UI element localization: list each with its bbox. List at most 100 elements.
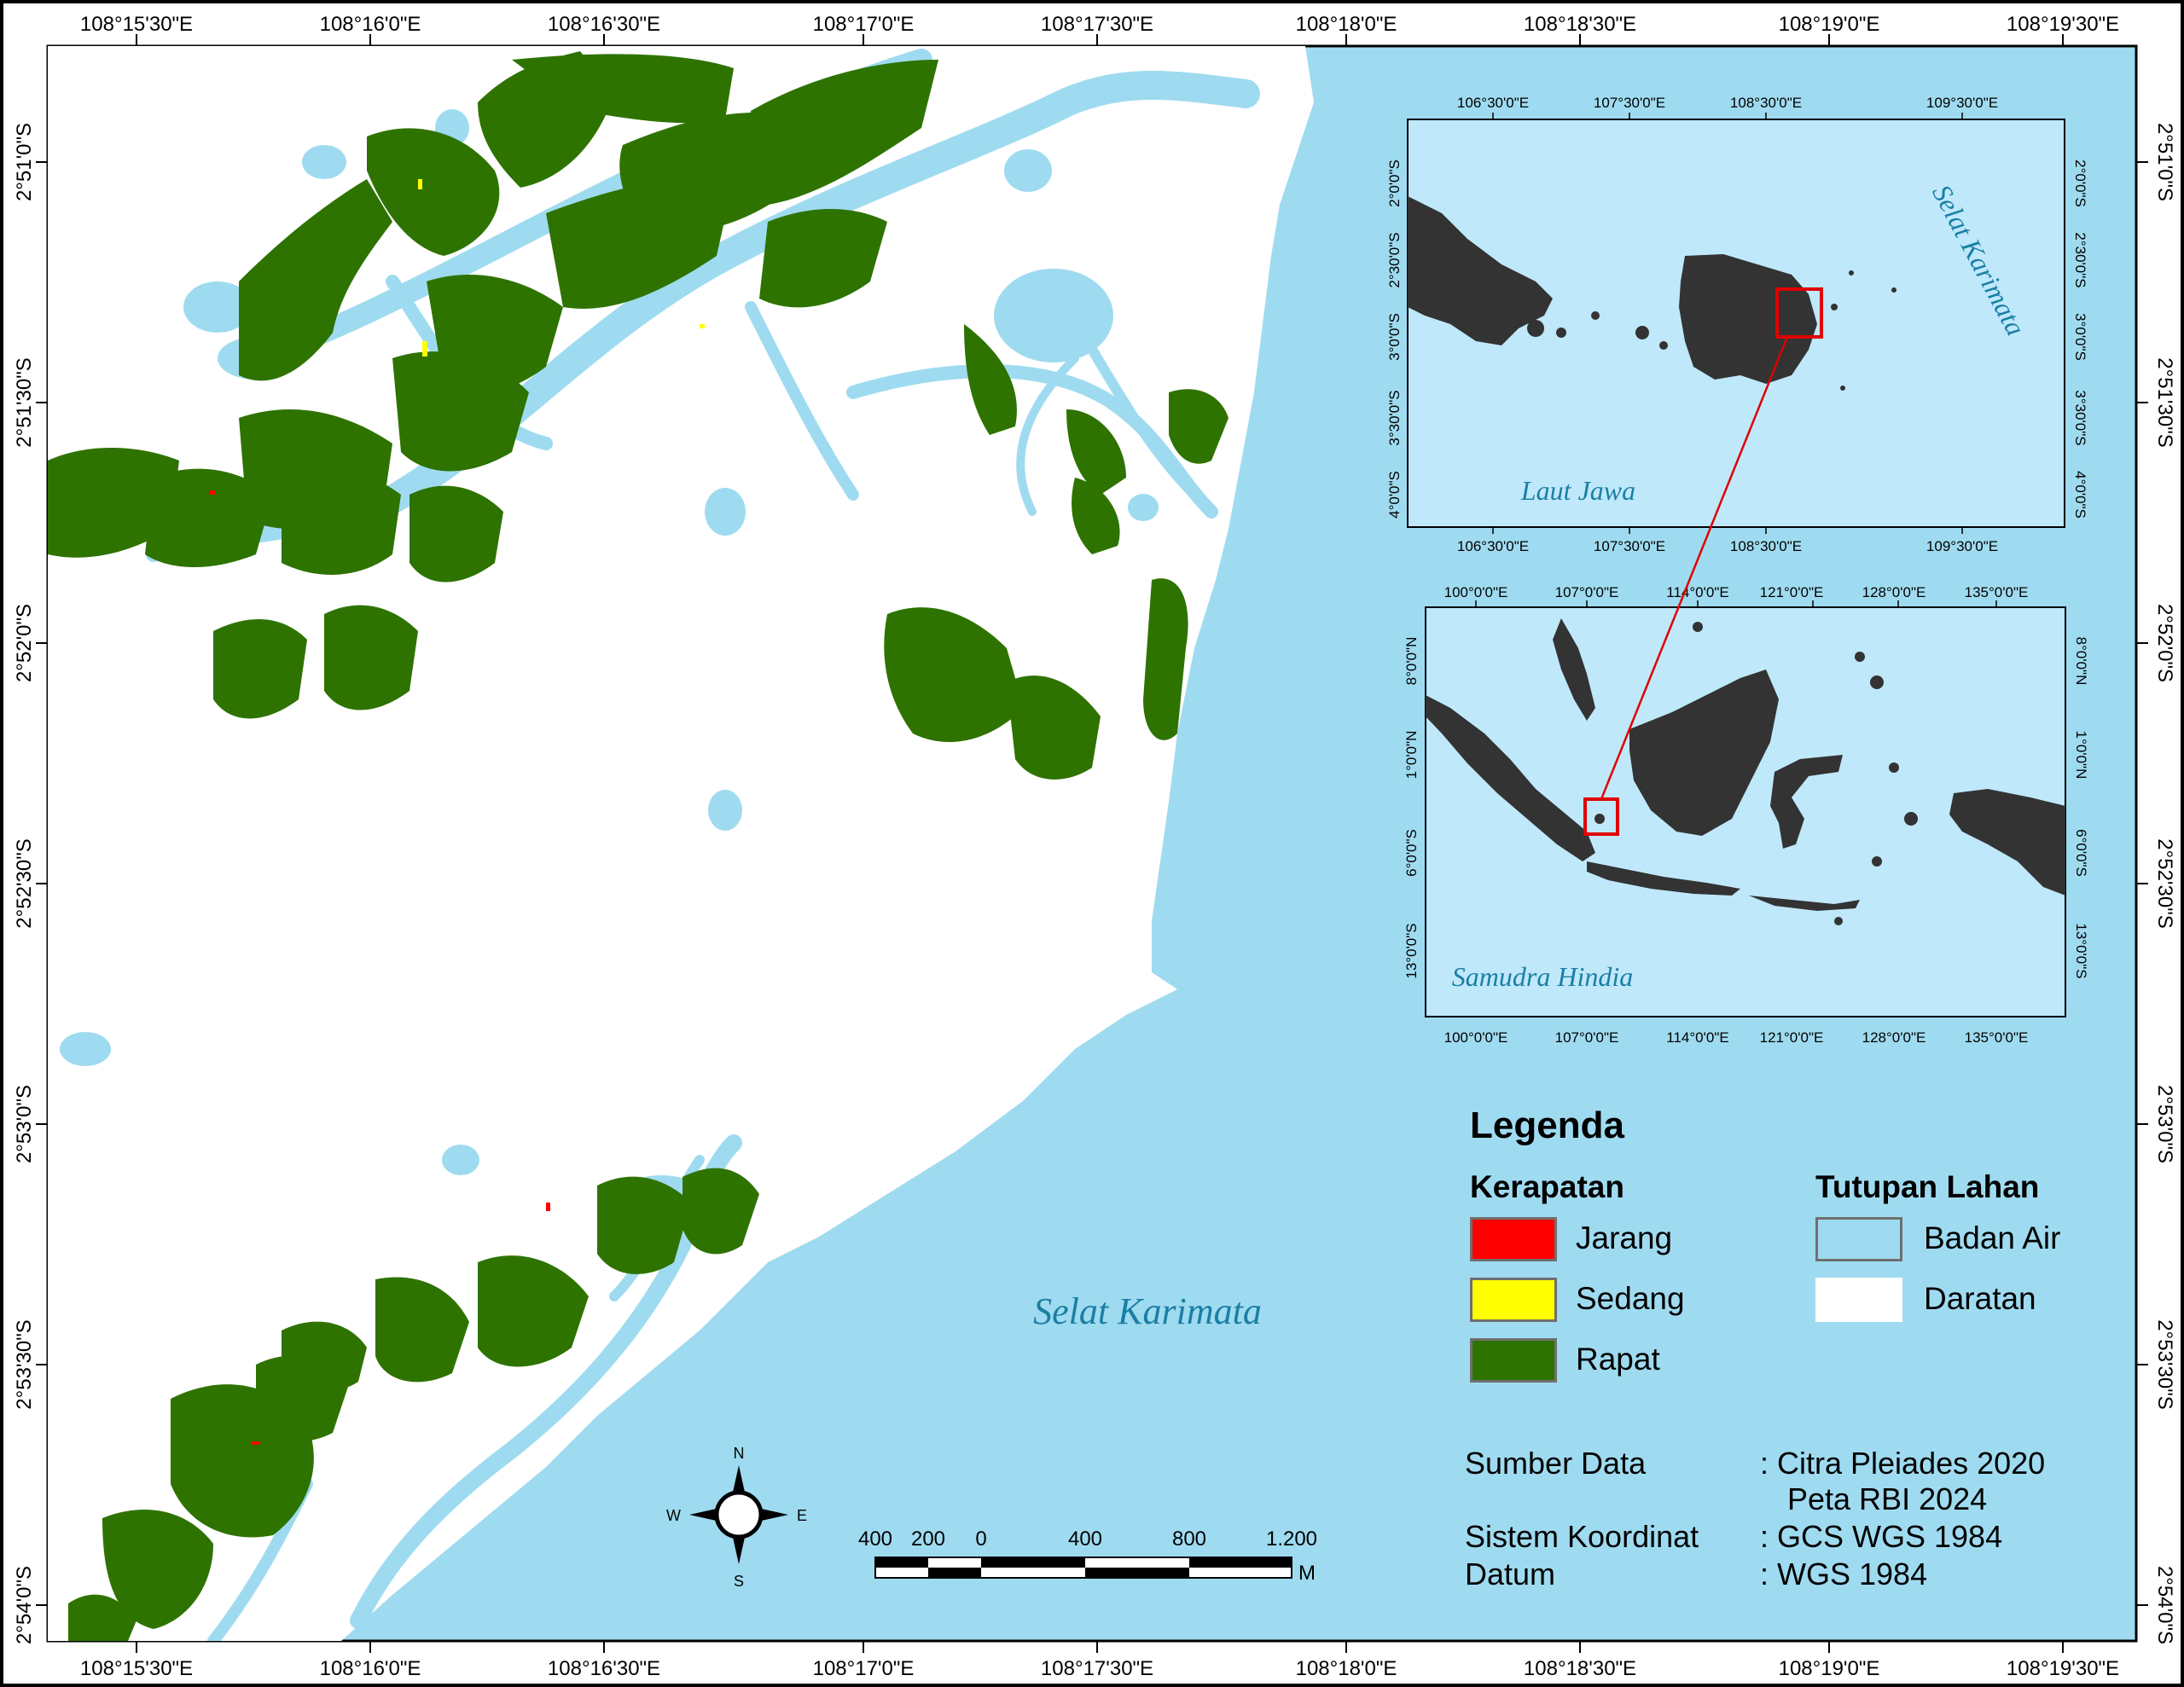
bottom-lon-label: 108°18'30"E [1524,1657,1636,1680]
right-lat-label: 2°52'0"S [2153,604,2176,682]
scale-bar-label: 200 [911,1528,945,1551]
inset-regional-left-label: 2°0'0"S [1386,159,1403,207]
scale-bar-segment [928,1568,981,1578]
north-arrow-w-label: W [666,1507,681,1524]
inset-national-bottom-label: 100°0'0"E [1444,1029,1508,1046]
scale-bar-label: 400 [858,1528,892,1551]
right-lat-label: 2°52'30"S [2153,838,2176,928]
inset-regional-bottom-label: 108°30'0"E [1730,538,1802,554]
bottom-lon-label: 108°19'30"E [2007,1657,2119,1680]
inset-national-bottom-label: 121°0'0"E [1760,1029,1824,1046]
north-arrow-s-label: S [734,1573,744,1590]
inset-national-left-label: 1°0'0"N [1403,731,1420,780]
inset-regional-left-label: 2°30'0"S [1386,232,1403,287]
legend-swatch-medium [1470,1278,1557,1322]
inset-national-bottom-label: 135°0'0"E [1965,1029,2029,1046]
inset-regional-bottom-label: 109°30'0"E [1926,538,1998,554]
right-lat-label: 2°51'0"S [2153,123,2176,201]
meta-datum-value: : WGS 1984 [1760,1557,1928,1591]
inset-regional-right-label: 3°30'0"S [2072,390,2088,445]
right-lat-label: 2°53'30"S [2153,1319,2176,1409]
sea-label-main: Selat Karimata [1033,1290,1262,1332]
left-lat-label: 2°52'0"S [13,604,36,682]
legend-label-medium: Sedang [1576,1281,1685,1316]
inset-regional-top-label: 106°30'0"E [1457,95,1529,111]
left-lat-label: 2°51'30"S [13,357,36,447]
inset-national-right-label: 1°0'0"N [2073,731,2089,780]
inset-regional-sea-label-java: Laut Jawa [1520,475,1635,506]
scale-bar-label: 800 [1172,1528,1206,1551]
inset-national-left-label: 13°0'0"S [1403,923,1420,978]
legend-label-dense: Rapat [1576,1342,1660,1377]
legend-title: Legenda [1470,1104,1624,1146]
inset-national-left-label: 6°0'0"S [1403,829,1420,877]
top-lon-label: 108°18'0"E [1296,13,1397,36]
left-lat-label: 2°54'0"S [13,1566,36,1644]
right-lat-label: 2°51'30"S [2153,357,2176,447]
inset-national-top-label: 121°0'0"E [1760,584,1824,600]
top-lon-label: 108°15'30"E [80,13,193,36]
inset-regional-right-label: 4°0'0"S [2072,471,2088,519]
scale-bar-segment [1189,1557,1292,1568]
inset-national-top-label: 100°0'0"E [1444,584,1508,600]
bottom-lon-label: 108°18'0"E [1296,1657,1397,1680]
right-lat-label: 2°53'0"S [2153,1085,2176,1163]
inset-national-top-label: 114°0'0"E [1666,584,1728,600]
inset-regional-right-label: 2°30'0"S [2072,232,2088,287]
scale-bar-label: 1.200 [1266,1528,1317,1551]
inset-national-top-label: 135°0'0"E [1965,584,2029,600]
inset-regional-left-label: 3°30'0"S [1386,390,1403,445]
meta-source-key: Sumber Data [1465,1446,1647,1481]
inset-regional-bottom-label: 107°30'0"E [1594,538,1665,554]
top-lon-label: 108°16'30"E [548,13,660,36]
legend-label-water: Badan Air [1924,1220,2061,1255]
map-layout: Selat Karimata 108°15'30"E 108°16'0"E 10… [0,0,2184,1687]
legend: Legenda Kerapatan Jarang Sedang Rapat Tu… [1455,1104,2103,1616]
bottom-lon-label: 108°19'0"E [1779,1657,1880,1680]
scale-bar-segment [981,1557,1085,1568]
legend-swatch-water [1815,1217,1902,1261]
scale-bar-unit: M [1298,1562,1316,1585]
top-lon-labels: 108°15'30"E 108°16'0"E 108°16'30"E 108°1… [80,13,2119,36]
inset-national-right-label: 6°0'0"S [2073,829,2089,877]
inset-national-left-label: 8°0'0"N [1403,637,1420,686]
inset-national-bottom-label: 114°0'0"E [1666,1029,1728,1046]
inset-regional-right-label: 3°0'0"S [2072,313,2088,361]
top-lon-label: 108°17'0"E [813,13,915,36]
legend-swatch-dense [1470,1338,1557,1383]
north-arrow-e-label: E [797,1507,807,1524]
legend-label-sparse: Jarang [1576,1220,1673,1255]
inset-national-bottom-label: 128°0'0"E [1862,1029,1926,1046]
inset-regional-top-label: 108°30'0"E [1730,95,1802,111]
top-lon-label: 108°19'30"E [2007,13,2119,36]
scale-bar-label: 0 [975,1528,986,1551]
left-lat-label: 2°53'0"S [13,1085,36,1163]
inset-regional-bottom-label: 106°30'0"E [1457,538,1529,554]
meta-crs-key: Sistem Koordinat [1465,1519,1699,1554]
legend-density-title: Kerapatan [1470,1169,1624,1204]
top-lon-label: 108°19'0"E [1779,13,1880,36]
inset-national-top-label: 128°0'0"E [1862,584,1926,600]
legend-label-land: Daratan [1924,1281,2036,1316]
inset-regional-top-label: 107°30'0"E [1594,95,1665,111]
inset-national-sea-label: Samudra Hindia [1452,961,1633,992]
meta-source-value-2: Peta RBI 2024 [1787,1481,1988,1516]
left-lat-label: 2°53'30"S [13,1319,36,1409]
right-lat-label: 2°54'0"S [2153,1566,2176,1644]
scale-bar-segment [1085,1568,1189,1578]
scale-bar-segment [875,1557,928,1568]
north-arrow-ring [714,1490,764,1539]
bottom-lon-labels: 108°15'30"E 108°16'0"E 108°16'30"E 108°1… [80,1657,2119,1680]
inset-regional-left-label: 3°0'0"S [1386,313,1403,361]
inset-regional-top-label: 109°30'0"E [1926,95,1998,111]
inset-map-regional: 106°30'0"E 107°30'0"E 108°30'0"E 109°30'… [1386,95,2088,554]
top-lon-label: 108°17'30"E [1041,13,1153,36]
legend-cover-title: Tutupan Lahan [1815,1169,2040,1204]
legend-swatch-land [1815,1278,1902,1322]
bottom-lon-label: 108°16'30"E [548,1657,660,1680]
bottom-lon-label: 108°17'0"E [813,1657,915,1680]
inset-national-top-label: 107°0'0"E [1555,584,1619,600]
bottom-lon-label: 108°17'30"E [1041,1657,1153,1680]
inset-regional-right-label: 2°0'0"S [2072,159,2088,207]
inset-national-bottom-label: 107°0'0"E [1555,1029,1619,1046]
